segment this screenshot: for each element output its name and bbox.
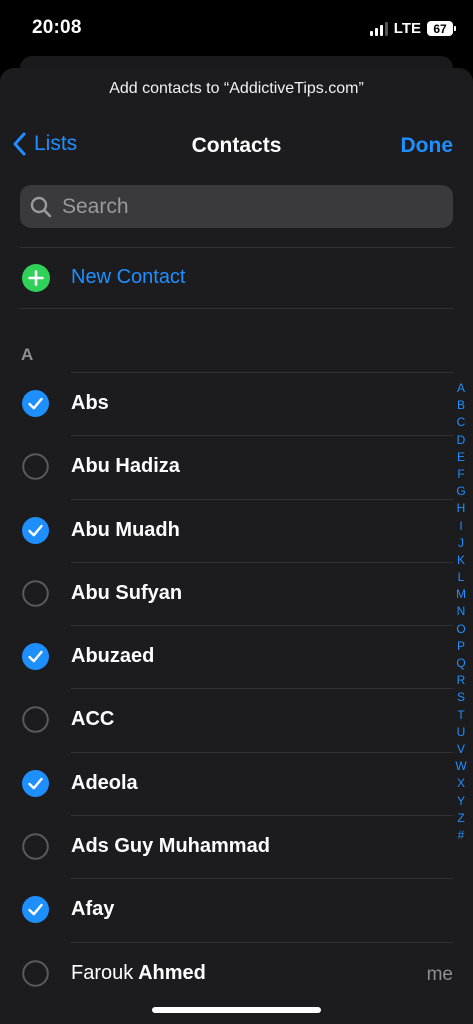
checkmark-circle-icon[interactable] xyxy=(22,643,49,671)
search-icon xyxy=(30,196,52,217)
network-type: LTE xyxy=(393,20,421,37)
home-indicator xyxy=(152,1007,321,1013)
index-letter[interactable]: Q xyxy=(456,655,465,672)
index-letter[interactable]: A xyxy=(457,380,465,397)
index-letter[interactable]: J xyxy=(458,535,464,552)
checkmark-circle-icon[interactable] xyxy=(22,896,49,924)
contact-row-me[interactable]: Farouk Ahmed me xyxy=(0,941,473,1005)
contact-row[interactable]: Abuzaed xyxy=(0,625,473,688)
index-letter[interactable]: D xyxy=(457,432,466,449)
index-letter[interactable]: P xyxy=(457,638,465,655)
empty-circle-icon[interactable] xyxy=(22,959,49,987)
divider xyxy=(20,308,453,309)
done-button[interactable]: Done xyxy=(401,134,454,158)
contact-name: Farouk Ahmed xyxy=(71,962,206,985)
status-time: 20:08 xyxy=(32,17,82,38)
index-letter[interactable]: O xyxy=(456,621,465,638)
index-letter[interactable]: T xyxy=(457,707,464,724)
back-button[interactable]: Lists xyxy=(12,132,77,156)
contact-row[interactable]: Abu Sufyan xyxy=(0,561,473,625)
chevron-left-icon xyxy=(13,132,26,156)
contact-list: Abs Abu Hadiza Abu Muadh Abu Sufyan Abuz… xyxy=(0,372,473,1005)
index-letter[interactable]: N xyxy=(457,603,466,620)
status-indicators: LTE 67 xyxy=(369,20,456,37)
index-letter[interactable]: E xyxy=(457,449,465,466)
contact-row[interactable]: Ads Guy Muhammad xyxy=(0,815,473,878)
contact-name: ACC xyxy=(71,708,115,731)
sheet-prompt: Add contacts to “AddictiveTips.com” xyxy=(109,80,364,97)
index-letter[interactable]: # xyxy=(458,827,465,844)
contact-name: Abu Hadiza xyxy=(71,455,180,478)
status-bar: 20:08 LTE 67 xyxy=(0,0,473,56)
checkmark-circle-icon[interactable] xyxy=(22,516,49,544)
contact-row[interactable]: Adeola xyxy=(0,751,473,815)
search-bar[interactable] xyxy=(20,185,453,228)
alphabet-index[interactable]: A B C D E F G H I J K L M N O P Q R S T U V W X Y Z # xyxy=(454,380,468,844)
contact-last-name: Ahmed xyxy=(138,961,206,984)
cellular-signal-icon xyxy=(369,21,388,36)
new-contact-label: New Contact xyxy=(71,266,186,288)
battery-level: 67 xyxy=(433,21,447,36)
contact-name: Adeola xyxy=(71,771,138,794)
contact-row[interactable]: Afay xyxy=(0,878,473,941)
index-letter[interactable]: Z xyxy=(457,810,464,827)
new-contact-button[interactable]: New Contact xyxy=(0,248,473,308)
index-letter[interactable]: I xyxy=(459,518,462,535)
empty-circle-icon[interactable] xyxy=(22,833,49,860)
empty-circle-icon[interactable] xyxy=(22,580,49,607)
index-letter[interactable]: U xyxy=(457,724,466,741)
index-letter[interactable]: M xyxy=(456,586,466,603)
contact-name: Abuzaed xyxy=(71,645,155,668)
index-letter[interactable]: K xyxy=(457,552,465,569)
index-letter[interactable]: Y xyxy=(457,793,465,810)
contact-name: Abu Muadh xyxy=(71,518,180,541)
empty-circle-icon[interactable] xyxy=(22,706,49,734)
index-letter[interactable]: G xyxy=(456,483,465,500)
me-tag: me xyxy=(426,963,453,985)
back-button-label: Lists xyxy=(34,132,78,155)
index-letter[interactable]: R xyxy=(457,672,466,689)
index-letter[interactable]: B xyxy=(457,397,465,414)
contact-name: Ads Guy Muhammad xyxy=(71,835,270,858)
plus-circle-icon xyxy=(22,264,50,292)
index-letter[interactable]: X xyxy=(457,775,465,792)
contact-row[interactable]: Abu Muadh xyxy=(0,498,473,562)
contact-name: Afay xyxy=(71,898,115,921)
contact-row[interactable]: Abs xyxy=(0,372,473,435)
index-letter[interactable]: V xyxy=(457,741,465,758)
checkmark-circle-icon[interactable] xyxy=(22,769,49,797)
battery-icon: 67 xyxy=(427,21,456,36)
index-letter[interactable]: S xyxy=(457,689,465,706)
search-input[interactable] xyxy=(60,193,444,220)
contact-first-name: Farouk xyxy=(71,961,134,984)
contact-name: Abu Sufyan xyxy=(71,581,183,604)
index-letter[interactable]: H xyxy=(457,500,466,517)
index-letter[interactable]: C xyxy=(457,414,466,431)
contact-name: Abs xyxy=(71,392,109,414)
checkmark-circle-icon[interactable] xyxy=(22,390,49,417)
contacts-sheet: Add contacts to “AddictiveTips.com” List… xyxy=(0,68,473,1024)
contact-row[interactable]: ACC xyxy=(0,688,473,751)
empty-circle-icon[interactable] xyxy=(22,453,49,481)
section-header: A xyxy=(21,345,34,364)
contact-row[interactable]: Abu Hadiza xyxy=(0,435,473,498)
index-letter[interactable]: W xyxy=(455,758,466,775)
index-letter[interactable]: F xyxy=(457,466,464,483)
index-letter[interactable]: L xyxy=(458,569,465,586)
